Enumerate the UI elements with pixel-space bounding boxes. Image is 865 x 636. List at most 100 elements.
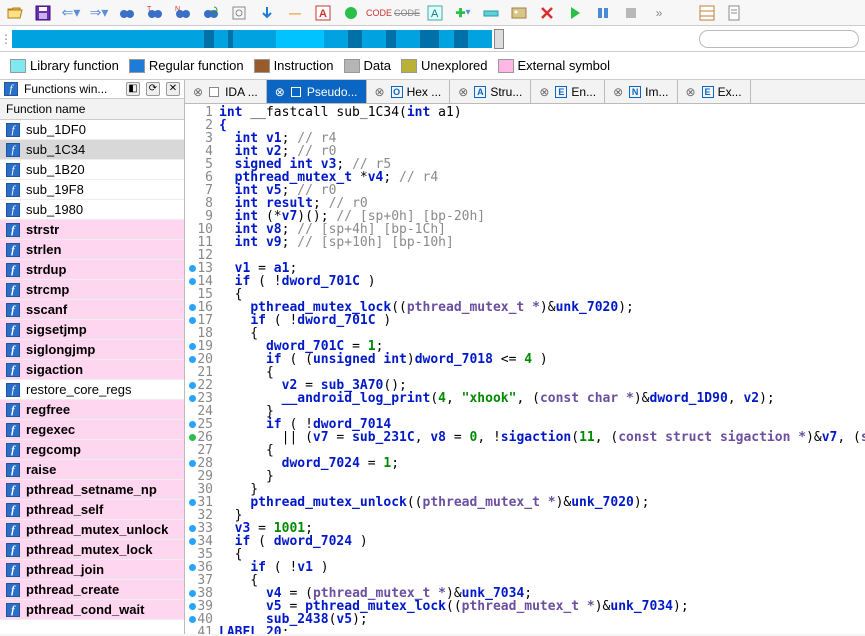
tab-close-icon[interactable]: ⊗ bbox=[539, 85, 549, 99]
script-icon[interactable] bbox=[726, 4, 744, 22]
function-row[interactable]: fsiglongjmp bbox=[0, 340, 184, 360]
circle-green-icon[interactable] bbox=[342, 4, 360, 22]
folder-open-icon[interactable] bbox=[6, 4, 24, 22]
breakpoint-dot-icon[interactable] bbox=[189, 616, 196, 623]
function-row[interactable]: fsigaction bbox=[0, 360, 184, 380]
letter-a-box-icon[interactable]: A bbox=[426, 4, 444, 22]
view-tab[interactable]: ⊗NIm... bbox=[605, 80, 677, 103]
trace-dot-icon[interactable] bbox=[189, 434, 196, 441]
line-gutter[interactable]: 41 bbox=[185, 626, 219, 634]
code-line[interactable]: 17 if ( !dword_701C ) bbox=[185, 314, 865, 327]
code-line[interactable]: 20 if ( (unsigned int)dword_7018 <= 4 ) bbox=[185, 353, 865, 366]
overview-thumb[interactable] bbox=[494, 29, 504, 49]
function-row[interactable]: fsub_1980 bbox=[0, 200, 184, 220]
binoculars-text-icon[interactable]: T bbox=[146, 4, 164, 22]
code-line[interactable]: 1int __fastcall sub_1C34(int a1) bbox=[185, 106, 865, 119]
breakpoint-dot-icon[interactable] bbox=[189, 356, 196, 363]
function-row[interactable]: fregexec bbox=[0, 420, 184, 440]
function-row[interactable]: fpthread_mutex_lock bbox=[0, 540, 184, 560]
breakpoint-dot-icon[interactable] bbox=[189, 304, 196, 311]
function-row[interactable]: fpthread_join bbox=[0, 560, 184, 580]
function-row[interactable]: fsscanf bbox=[0, 300, 184, 320]
pause-blue-icon[interactable] bbox=[594, 4, 612, 22]
pseudocode-view[interactable]: 1int __fastcall sub_1C34(int a1)2{3 int … bbox=[185, 104, 865, 634]
code-line[interactable]: 23 __android_log_print(4, "xhook", (cons… bbox=[185, 392, 865, 405]
redo-dropdown-icon[interactable]: ⇒▾ bbox=[90, 4, 108, 22]
binoculars-code-icon[interactable]: N bbox=[174, 4, 192, 22]
view-tab[interactable]: ⊗EEn... bbox=[531, 80, 605, 103]
breakpoint-dot-icon[interactable] bbox=[189, 525, 196, 532]
chevrons-icon[interactable]: » bbox=[650, 4, 668, 22]
breakpoint-dot-icon[interactable] bbox=[189, 395, 196, 402]
function-row[interactable]: fpthread_self bbox=[0, 500, 184, 520]
function-row[interactable]: frestore_core_regs bbox=[0, 380, 184, 400]
code-line[interactable]: 14 if ( !dword_701C ) bbox=[185, 275, 865, 288]
function-row[interactable]: fregcomp bbox=[0, 440, 184, 460]
tab-close-icon[interactable]: ⊗ bbox=[193, 85, 203, 99]
ruler-cyan-icon[interactable] bbox=[482, 4, 500, 22]
code-line[interactable]: 29 } bbox=[185, 470, 865, 483]
breakpoint-dot-icon[interactable] bbox=[189, 382, 196, 389]
function-row[interactable]: fraise bbox=[0, 460, 184, 480]
tab-close-icon[interactable]: ⊗ bbox=[275, 85, 285, 99]
letter-a-red-icon[interactable]: A bbox=[314, 4, 332, 22]
line-gutter[interactable]: 8 bbox=[185, 197, 219, 210]
binoculars-icon[interactable] bbox=[118, 4, 136, 22]
code-line[interactable]: 36 if ( !v1 ) bbox=[185, 561, 865, 574]
panel-refresh-button[interactable]: ⟳ bbox=[146, 82, 160, 96]
code-line[interactable]: 26 || (v7 = sub_231C, v8 = 0, !sigaction… bbox=[185, 431, 865, 444]
function-row[interactable]: fpthread_cond_wait bbox=[0, 600, 184, 620]
function-row[interactable]: fpthread_setname_np bbox=[0, 480, 184, 500]
function-row[interactable]: fstrdup bbox=[0, 260, 184, 280]
line-gutter[interactable]: 5 bbox=[185, 158, 219, 171]
code-line[interactable]: 28 dword_7024 = 1; bbox=[185, 457, 865, 470]
code-line[interactable]: 31 pthread_mutex_unlock((pthread_mutex_t… bbox=[185, 496, 865, 509]
breakpoint-dot-icon[interactable] bbox=[189, 590, 196, 597]
overview-bar[interactable] bbox=[12, 30, 492, 48]
function-row[interactable]: fregfree bbox=[0, 400, 184, 420]
function-row[interactable]: fpthread_create bbox=[0, 580, 184, 600]
line-gutter[interactable]: 7 bbox=[185, 184, 219, 197]
stop-icon[interactable] bbox=[622, 4, 640, 22]
view-tab[interactable]: ⊗IDA ... bbox=[185, 80, 267, 103]
function-row[interactable]: fsigsetjmp bbox=[0, 320, 184, 340]
breakpoint-dot-icon[interactable] bbox=[189, 317, 196, 324]
line-gutter[interactable]: 2 bbox=[185, 119, 219, 132]
line-gutter[interactable]: 6 bbox=[185, 171, 219, 184]
breakpoint-dot-icon[interactable] bbox=[189, 278, 196, 285]
panel-dock-button[interactable]: ◧ bbox=[126, 82, 140, 96]
tab-close-icon[interactable]: ⊗ bbox=[375, 85, 385, 99]
breakpoint-dot-icon[interactable] bbox=[189, 564, 196, 571]
function-row[interactable]: fpthread_mutex_unlock bbox=[0, 520, 184, 540]
function-row[interactable]: fsub_19F8 bbox=[0, 180, 184, 200]
line-gutter[interactable]: 1 bbox=[185, 106, 219, 119]
zoom-fit-icon[interactable] bbox=[230, 4, 248, 22]
table-icon[interactable] bbox=[698, 4, 716, 22]
view-tab[interactable]: ⊗EEx... bbox=[678, 80, 751, 103]
code-line[interactable]: 34 if ( dword_7024 ) bbox=[185, 535, 865, 548]
code-no-icon[interactable]: CODE bbox=[398, 4, 416, 22]
function-row[interactable]: fsub_1B20 bbox=[0, 160, 184, 180]
tab-close-icon[interactable]: ⊗ bbox=[686, 85, 696, 99]
arrow-down-blue-icon[interactable] bbox=[258, 4, 276, 22]
breakpoint-dot-icon[interactable] bbox=[189, 603, 196, 610]
function-row[interactable]: fstrstr bbox=[0, 220, 184, 240]
plus-green-dropdown-icon[interactable]: ✚▾ bbox=[454, 4, 472, 22]
functions-column-header[interactable]: Function name bbox=[0, 99, 184, 120]
breakpoint-dot-icon[interactable] bbox=[189, 538, 196, 545]
breakpoint-dot-icon[interactable] bbox=[189, 421, 196, 428]
code-line[interactable]: 11 int v9; // [sp+10h] [bp-10h] bbox=[185, 236, 865, 249]
function-row[interactable]: fsub_1DF0 bbox=[0, 120, 184, 140]
play-green-icon[interactable] bbox=[566, 4, 584, 22]
toolbar-search-input[interactable] bbox=[699, 30, 859, 48]
panel-close-button[interactable]: ✕ bbox=[166, 82, 180, 96]
breakpoint-dot-icon[interactable] bbox=[189, 343, 196, 350]
binoculars-refresh-icon[interactable] bbox=[202, 4, 220, 22]
undo-dropdown-icon[interactable]: ⇐▾ bbox=[62, 4, 80, 22]
save-icon[interactable] bbox=[34, 4, 52, 22]
overview-handle[interactable]: ⋮ bbox=[0, 32, 8, 46]
function-row[interactable]: fstrcmp bbox=[0, 280, 184, 300]
tab-close-icon[interactable]: ⊗ bbox=[613, 85, 623, 99]
view-tab[interactable]: ⊗OHex ... bbox=[367, 80, 451, 103]
function-row[interactable]: fstrlen bbox=[0, 240, 184, 260]
